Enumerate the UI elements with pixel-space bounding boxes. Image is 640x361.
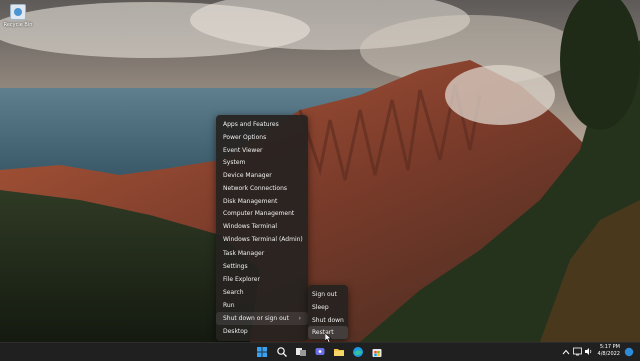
- chevron-right-icon: ›: [298, 315, 301, 322]
- menu-item-label: File Explorer: [223, 276, 260, 283]
- menu-item-label: Disk Management: [223, 198, 278, 205]
- volume-icon[interactable]: [584, 347, 593, 356]
- menu-item-label: Windows Terminal: [223, 223, 278, 230]
- store-icon[interactable]: [371, 346, 383, 358]
- menu-item-settings[interactable]: Settings: [216, 260, 308, 273]
- menu-item-power-options[interactable]: Power Options: [216, 131, 308, 144]
- submenu-item-label: Shut down: [312, 317, 344, 324]
- menu-item-label: Task Manager: [223, 250, 265, 257]
- taskbar: 5:17 PM 4/8/2022: [0, 342, 640, 361]
- task-view-icon[interactable]: [295, 346, 307, 358]
- file-explorer-icon[interactable]: [333, 346, 345, 358]
- menu-item-label: Search: [223, 289, 244, 296]
- submenu-item-label: Sleep: [312, 304, 329, 311]
- clock-date: 4/8/2022: [597, 351, 620, 357]
- submenu-item-sign-out[interactable]: Sign out: [308, 288, 348, 301]
- clock[interactable]: 5:17 PM 4/8/2022: [598, 344, 620, 358]
- menu-item-label: Apps and Features: [223, 121, 279, 128]
- edge-icon[interactable]: [352, 346, 364, 358]
- menu-item-label: Run: [223, 302, 235, 309]
- menu-item-file-explorer[interactable]: File Explorer: [216, 273, 308, 286]
- menu-item-task-manager[interactable]: Task Manager: [216, 247, 308, 260]
- submenu-item-label: Sign out: [312, 291, 337, 298]
- menu-item-label: Power Options: [223, 134, 267, 141]
- menu-item-windows-terminal-admin[interactable]: Windows Terminal (Admin): [216, 233, 308, 246]
- menu-item-system[interactable]: System: [216, 156, 308, 169]
- menu-item-label: Desktop: [223, 328, 248, 335]
- menu-item-label: Windows Terminal (Admin): [223, 236, 303, 243]
- chevron-up-icon[interactable]: [562, 348, 570, 356]
- menu-item-desktop[interactable]: Desktop: [216, 325, 308, 338]
- menu-item-network-connections[interactable]: Network Connections: [216, 182, 308, 195]
- menu-item-label: Computer Management: [223, 210, 295, 217]
- start-icon[interactable]: [256, 346, 268, 358]
- menu-item-label: Shut down or sign out: [223, 315, 289, 322]
- quick-link-menu: Apps and Features Power Options Event Vi…: [216, 115, 308, 341]
- menu-item-apps-and-features[interactable]: Apps and Features: [216, 118, 308, 131]
- menu-item-run[interactable]: Run: [216, 299, 308, 312]
- recycle-bin-icon: [10, 4, 26, 20]
- menu-item-computer-management[interactable]: Computer Management: [216, 207, 308, 220]
- menu-item-label: Event Viewer: [223, 147, 263, 154]
- menu-item-label: Device Manager: [223, 172, 272, 179]
- submenu-item-sleep[interactable]: Sleep: [308, 301, 348, 314]
- shut-down-submenu: Sign out Sleep Shut down Restart: [308, 285, 348, 340]
- menu-item-device-manager[interactable]: Device Manager: [216, 169, 308, 182]
- menu-item-label: Settings: [223, 263, 248, 270]
- chat-icon[interactable]: [314, 346, 326, 358]
- menu-item-windows-terminal[interactable]: Windows Terminal: [216, 220, 308, 233]
- menu-item-search[interactable]: Search: [216, 286, 308, 299]
- search-icon[interactable]: [276, 346, 288, 358]
- desktop-icon-recycle-bin[interactable]: Recycle Bin: [3, 4, 33, 28]
- network-icon[interactable]: [573, 347, 582, 356]
- desktop-icon-label: Recycle Bin: [3, 22, 33, 28]
- menu-item-shut-down-or-sign-out[interactable]: Shut down or sign out ›: [216, 312, 308, 325]
- clock-time: 5:17 PM: [599, 344, 620, 350]
- notification-badge-icon[interactable]: [624, 347, 634, 357]
- menu-item-label: System: [223, 159, 246, 166]
- menu-item-label: Network Connections: [223, 185, 288, 192]
